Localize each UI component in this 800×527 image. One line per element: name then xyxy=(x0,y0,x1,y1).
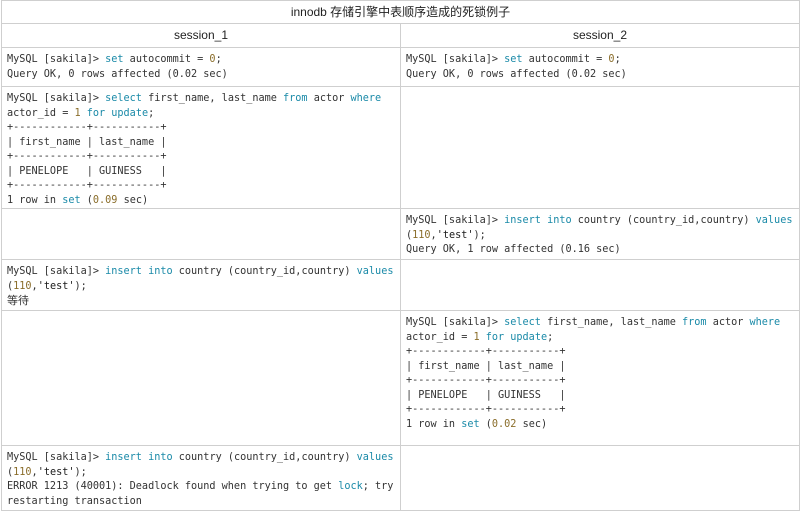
table-row: MySQL [sakila]> select first_name, last_… xyxy=(1,310,800,446)
session-1-cell: MySQL [sakila]> set autocommit = 0; Quer… xyxy=(1,47,401,87)
code-block: MySQL [sakila]> set autocommit = 0; Quer… xyxy=(7,54,228,80)
code-block: MySQL [sakila]> insert into country (cou… xyxy=(406,215,793,255)
code-block: MySQL [sakila]> select first_name, last_… xyxy=(406,317,781,430)
session-2-header: session_2 xyxy=(400,23,800,48)
code-block: MySQL [sakila]> set autocommit = 0; Quer… xyxy=(406,54,627,80)
table-row: MySQL [sakila]> insert into country (cou… xyxy=(1,259,800,311)
code-block: MySQL [sakila]> insert into country (cou… xyxy=(7,452,394,507)
session-1-cell xyxy=(1,208,401,260)
code-block: MySQL [sakila]> select first_name, last_… xyxy=(7,93,382,206)
session-2-cell xyxy=(400,259,800,311)
table-title: innodb 存储引擎中表顺序造成的死锁例子 xyxy=(1,0,800,24)
session-1-cell: MySQL [sakila]> insert into country (cou… xyxy=(1,259,401,311)
session-1-cell xyxy=(1,310,401,446)
table-row: MySQL [sakila]> insert into country (cou… xyxy=(1,445,800,511)
session-1-cell: MySQL [sakila]> select first_name, last_… xyxy=(1,86,401,209)
table-row: MySQL [sakila]> insert into country (cou… xyxy=(1,208,800,260)
code-block: MySQL [sakila]> insert into country (cou… xyxy=(7,266,394,307)
table-row: MySQL [sakila]> select first_name, last_… xyxy=(1,86,800,209)
session-1-cell: MySQL [sakila]> insert into country (cou… xyxy=(1,445,401,511)
session-2-cell: MySQL [sakila]> insert into country (cou… xyxy=(400,208,800,260)
session-1-header: session_1 xyxy=(1,23,401,48)
deadlock-example-table: innodb 存储引擎中表顺序造成的死锁例子 session_1 session… xyxy=(1,0,800,511)
waiting-label: 等待 xyxy=(7,294,29,307)
session-2-cell xyxy=(400,86,800,209)
session-2-cell: MySQL [sakila]> set autocommit = 0; Quer… xyxy=(400,47,800,87)
session-2-cell: MySQL [sakila]> select first_name, last_… xyxy=(400,310,800,446)
session-2-cell xyxy=(400,445,800,511)
table-row: MySQL [sakila]> set autocommit = 0; Quer… xyxy=(1,47,800,87)
